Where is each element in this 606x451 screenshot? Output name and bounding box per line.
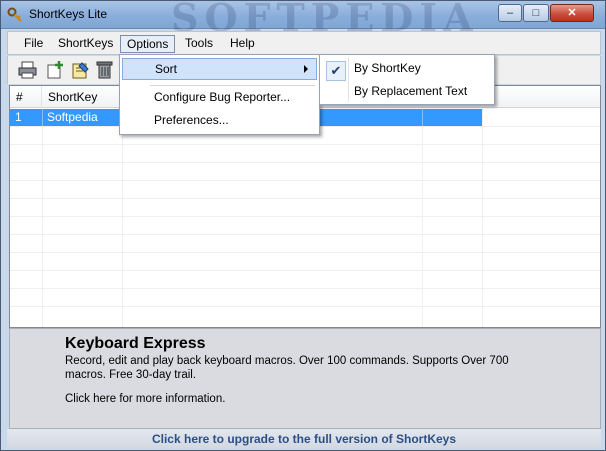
- submenu-arrow-icon: [304, 65, 308, 73]
- close-button[interactable]: ✕: [550, 4, 594, 22]
- grid-line: [42, 108, 43, 327]
- menu-shortkeys[interactable]: ShortKeys: [52, 35, 119, 53]
- menu-tools-label: Tools: [185, 36, 214, 50]
- grid-line: [10, 252, 600, 253]
- menu-item-sort[interactable]: Sort: [122, 58, 317, 80]
- row-number-cell: 1: [15, 110, 22, 124]
- grid-line: [482, 108, 483, 327]
- cell-divider: [422, 109, 423, 126]
- menu-item-preferences[interactable]: Preferences...: [122, 109, 317, 131]
- promo-more-info-link[interactable]: Click here for more information.: [65, 393, 225, 405]
- grid-line: [10, 216, 600, 217]
- promo-title: Keyboard Express: [65, 335, 206, 352]
- options-menu: Sort Configure Bug Reporter... Preferenc…: [119, 54, 320, 135]
- minimize-button[interactable]: –: [498, 4, 522, 22]
- menu-item-by-replacement-text[interactable]: By Replacement Text: [322, 80, 492, 102]
- edit-shortkey-icon: [72, 62, 89, 79]
- title-bar[interactable]: ShortKeys Lite SOFTPEDIA – □ ✕: [1, 0, 605, 40]
- promo-panel[interactable]: Keyboard Express Record, edit and play b…: [9, 328, 601, 429]
- grid-line: [10, 270, 600, 271]
- grid-line: [10, 306, 600, 307]
- promo-description: Record, edit and play back keyboard macr…: [65, 355, 509, 381]
- edit-shortkey-button[interactable]: [70, 59, 92, 81]
- menu-item-sort-label: Sort: [155, 62, 178, 76]
- new-shortkey-button[interactable]: [45, 59, 67, 81]
- grid-line: [422, 108, 423, 327]
- menu-help-label: Help: [230, 36, 255, 50]
- menu-file-label: File: [24, 36, 44, 50]
- app-key-icon: [7, 7, 22, 22]
- upgrade-link[interactable]: Click here to upgrade to the full versio…: [7, 429, 601, 449]
- delete-button[interactable]: [94, 59, 116, 81]
- row-shortkey-cell: Softpedia: [47, 110, 98, 124]
- menu-shortkeys-label: ShortKeys: [58, 36, 114, 50]
- menu-options-label: Options: [127, 37, 169, 51]
- sort-submenu: ✔ By ShortKey By Replacement Text: [319, 54, 495, 105]
- menu-item-by-shortkey-label: By ShortKey: [354, 61, 421, 75]
- grid-line: [10, 288, 600, 289]
- column-header-shortkey[interactable]: ShortKey: [42, 86, 122, 108]
- grid-line: [10, 198, 600, 199]
- grid-line: [10, 144, 600, 145]
- print-button[interactable]: [17, 59, 39, 81]
- delete-icon: [96, 61, 113, 79]
- new-shortkey-icon: [47, 61, 63, 79]
- cell-divider: [42, 109, 43, 126]
- menu-item-configure-bug-reporter-label: Configure Bug Reporter...: [154, 90, 291, 104]
- menu-bar: File ShortKeys Options Tools Help: [7, 31, 601, 55]
- menu-item-by-replacement-text-label: By Replacement Text: [354, 84, 468, 98]
- checkmark-icon: ✔: [326, 61, 346, 81]
- menu-item-configure-bug-reporter[interactable]: Configure Bug Reporter...: [122, 86, 317, 108]
- printer-icon: [18, 61, 37, 79]
- menu-help[interactable]: Help: [224, 35, 261, 53]
- menu-options[interactable]: Options: [120, 35, 176, 53]
- grid-line: [122, 108, 123, 327]
- menu-file[interactable]: File: [18, 35, 49, 53]
- grid-line: [10, 234, 600, 235]
- menu-item-by-shortkey[interactable]: ✔ By ShortKey: [322, 57, 492, 81]
- maximize-button[interactable]: □: [523, 4, 549, 22]
- menu-tools[interactable]: Tools: [179, 35, 219, 53]
- app-window: ShortKeys Lite SOFTPEDIA – □ ✕ File Shor…: [0, 0, 606, 451]
- column-header-number[interactable]: #: [10, 86, 42, 108]
- grid-line: [10, 180, 600, 181]
- window-title: ShortKeys Lite: [29, 7, 108, 21]
- grid-line: [10, 162, 600, 163]
- menu-item-preferences-label: Preferences...: [154, 113, 229, 127]
